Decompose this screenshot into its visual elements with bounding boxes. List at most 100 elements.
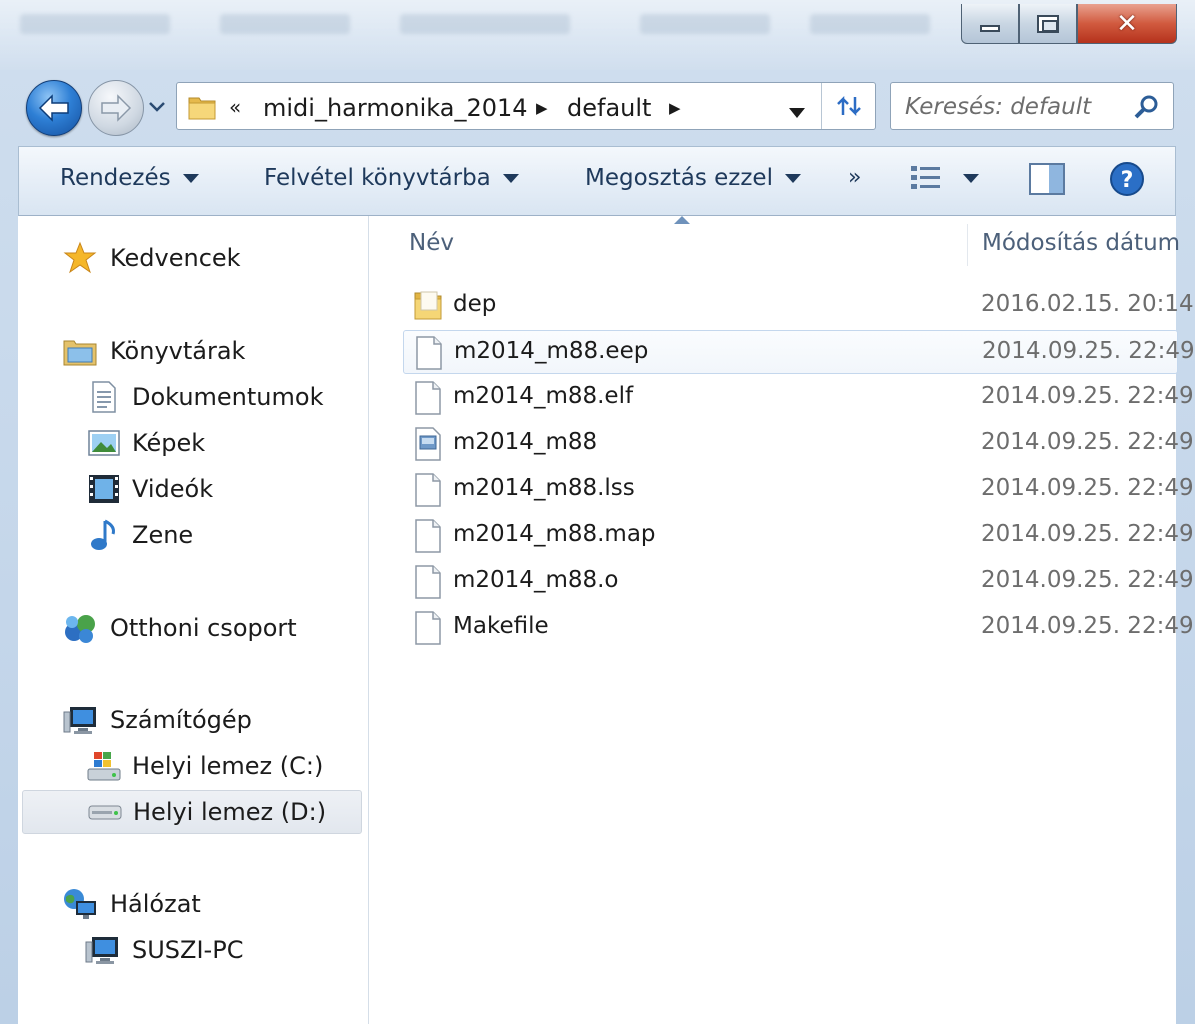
sidebar-item-label: Dokumentumok: [132, 383, 324, 411]
sidebar-item-label: Számítógép: [110, 706, 252, 734]
column-divider[interactable]: [967, 224, 968, 266]
file-name: m2014_m88.eep: [454, 338, 649, 364]
documents-icon: [86, 379, 122, 415]
file-modified-date: 2014.09.25. 22:49: [981, 475, 1194, 501]
chevron-down-icon: [963, 173, 979, 183]
preview-pane-button[interactable]: [1029, 162, 1067, 196]
search-input[interactable]: [903, 91, 1127, 123]
sidebar-item-pictures[interactable]: Képek: [18, 421, 364, 465]
file-name: dep: [453, 291, 497, 317]
breadcrumb-default[interactable]: default: [567, 94, 651, 122]
maximize-button[interactable]: [1019, 4, 1077, 44]
sidebar-item-label: Zene: [132, 521, 194, 549]
breadcrumb-arrow-icon[interactable]: ▶: [669, 99, 681, 117]
share-with-button[interactable]: Megosztás ezzel: [585, 165, 801, 191]
file-modified-date: 2016.02.15. 20:14: [981, 291, 1194, 317]
file-row-dep[interactable]: dep 2016.02.15. 20:14: [403, 284, 1194, 328]
organize-button[interactable]: Rendezés: [60, 165, 199, 191]
more-commands-button[interactable]: »: [848, 165, 861, 190]
file-list: Név Módosítás dátum dep 2016.02.15. 20:1…: [369, 216, 1195, 1024]
file-modified-date: 2014.09.25. 22:49: [981, 429, 1194, 455]
breadcrumb-arrow-icon[interactable]: ▶: [536, 99, 548, 117]
file-modified-date: 2014.09.25. 22:49: [982, 338, 1195, 364]
sidebar-item-label: Otthoni csoport: [110, 614, 297, 642]
background-blur: [20, 4, 940, 44]
hex-file-icon: [413, 426, 443, 462]
address-bar[interactable]: « midi_harmonika_2014 ▶ default ▶: [176, 82, 876, 130]
column-header-modified[interactable]: Módosítás dátum: [982, 230, 1180, 256]
forward-arrow-icon: [101, 94, 132, 122]
file-row-m2014-m88-o[interactable]: m2014_m88.o 2014.09.25. 22:49: [403, 560, 1194, 604]
sidebar-item-label: Könyvtárak: [110, 337, 246, 365]
minimize-button[interactable]: [961, 4, 1019, 44]
file-row-m2014-m88[interactable]: m2014_m88 2014.09.25. 22:49: [403, 422, 1194, 466]
file-icon: [413, 380, 443, 416]
sidebar-item-label: Helyi lemez (D:): [133, 798, 327, 826]
view-options-button[interactable]: [909, 163, 979, 193]
sidebar-item-drive-c[interactable]: Helyi lemez (C:): [18, 744, 364, 788]
caption-buttons: ✕: [961, 4, 1177, 48]
folder-icon: [413, 288, 443, 324]
window-frame: ✕ « midi_harmonika_2014 ▶ default ▶ Kere…: [0, 0, 1195, 1024]
help-icon: ?: [1110, 162, 1144, 196]
sidebar-item-label: SUSZI-PC: [132, 936, 244, 964]
sidebar-item-computer[interactable]: Számítógép: [18, 698, 364, 742]
sidebar-item-favorites[interactable]: Kedvencek: [18, 236, 364, 280]
videos-icon: [86, 471, 122, 507]
sidebar-item-documents[interactable]: Dokumentumok: [18, 375, 364, 419]
preview-pane-icon: [1029, 163, 1065, 195]
file-modified-date: 2014.09.25. 22:49: [981, 521, 1194, 547]
include-in-library-button[interactable]: Felvétel könyvtárba: [264, 165, 519, 191]
file-modified-date: 2014.09.25. 22:49: [981, 567, 1194, 593]
computer-icon: [62, 702, 98, 738]
drive-icon: [87, 794, 123, 830]
sidebar-item-videos[interactable]: Videók: [18, 467, 364, 511]
file-row-makefile[interactable]: Makefile 2014.09.25. 22:49: [403, 606, 1194, 650]
search-icon[interactable]: [1133, 93, 1161, 125]
file-icon: [413, 518, 443, 554]
file-name: m2014_m88.map: [453, 521, 656, 547]
file-modified-date: 2014.09.25. 22:49: [981, 613, 1194, 639]
pictures-icon: [86, 425, 122, 461]
close-icon: ✕: [1116, 8, 1138, 39]
file-icon: [413, 472, 443, 508]
refresh-button[interactable]: [821, 83, 876, 129]
search-box[interactable]: [890, 82, 1174, 130]
file-name: m2014_m88.elf: [453, 383, 634, 409]
share-with-label: Megosztás ezzel: [585, 165, 773, 191]
include-in-library-label: Felvétel könyvtárba: [264, 165, 491, 191]
forward-button[interactable]: [88, 80, 144, 136]
column-header-name[interactable]: Név: [409, 230, 454, 256]
sidebar-item-homegroup[interactable]: Otthoni csoport: [18, 606, 364, 650]
computer-icon: [84, 932, 120, 968]
breadcrumb-midi-harmonika[interactable]: midi_harmonika_2014: [263, 94, 528, 122]
file-row-m2014-m88-elf[interactable]: m2014_m88.elf 2014.09.25. 22:49: [403, 376, 1194, 420]
address-dropdown[interactable]: [789, 103, 805, 122]
sidebar-item-libraries[interactable]: Könyvtárak: [18, 329, 364, 373]
sidebar-item-music[interactable]: Zene: [18, 513, 364, 557]
chevron-down-icon: [784, 173, 801, 183]
breadcrumb-overflow[interactable]: «: [229, 95, 241, 119]
chevron-down-icon: [149, 102, 165, 112]
minimize-icon: [980, 25, 1000, 32]
file-name: m2014_m88: [453, 429, 598, 455]
file-icon: [413, 564, 443, 600]
sidebar-item-suszi-pc[interactable]: SUSZI-PC: [18, 928, 364, 972]
sidebar-item-network[interactable]: Hálózat: [18, 882, 364, 926]
recent-pages-dropdown[interactable]: [148, 98, 166, 116]
libraries-icon: [62, 333, 98, 369]
close-button[interactable]: ✕: [1077, 4, 1177, 44]
back-button[interactable]: [26, 80, 82, 136]
file-row-m2014-m88-lss[interactable]: m2014_m88.lss 2014.09.25. 22:49: [403, 468, 1194, 512]
file-name: Makefile: [453, 613, 549, 639]
star-icon: [62, 240, 98, 276]
back-arrow-icon: [38, 94, 69, 122]
help-button[interactable]: ?: [1109, 161, 1145, 197]
sidebar-item-drive-d[interactable]: Helyi lemez (D:): [22, 790, 362, 834]
sidebar-item-label: Hálózat: [110, 890, 201, 918]
organize-label: Rendezés: [60, 165, 171, 191]
file-row-m2014-m88-map[interactable]: m2014_m88.map 2014.09.25. 22:49: [403, 514, 1194, 558]
sidebar-item-label: Videók: [132, 475, 214, 503]
navigation-pane: Kedvencek Könyvtárak Dokumentumok Képek: [18, 216, 369, 1024]
file-row-m2014-m88-eep[interactable]: m2014_m88.eep 2014.09.25. 22:49: [403, 330, 1195, 374]
